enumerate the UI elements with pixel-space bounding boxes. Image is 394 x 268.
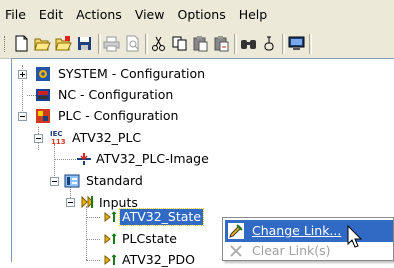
menu-view[interactable]: View — [130, 0, 173, 30]
plc-config-icon — [35, 108, 51, 124]
tree-item-atv32-plc[interactable]: ATV32_PLC — [70, 130, 143, 146]
tree-item-system-configuration[interactable]: SYSTEM - Configuration — [56, 66, 207, 82]
mouse-pointer-icon — [347, 224, 363, 249]
nc-config-icon — [35, 87, 51, 103]
change-link-menu-item[interactable]: Change Link... — [225, 220, 393, 242]
toolbar-separator — [309, 34, 312, 54]
inputs-folder-icon — [80, 194, 96, 210]
save-icon[interactable] — [76, 35, 93, 52]
toolbar-grip[interactable] — [4, 36, 7, 52]
collapse-standard-button[interactable] — [50, 177, 59, 186]
tree-item-standard[interactable]: Standard — [84, 173, 145, 189]
new-icon[interactable] — [13, 35, 30, 52]
tree-line — [54, 159, 76, 160]
replace-icon[interactable] — [261, 35, 278, 52]
tree-item-plc-image[interactable]: ATV32_PLC-Image — [94, 151, 211, 167]
svg-text:IEC: IEC — [50, 130, 63, 138]
task-folder-icon — [64, 173, 80, 189]
svg-text:1131: 1131 — [51, 138, 66, 145]
iec-project-icon: IEC1131 — [50, 129, 66, 145]
toolbar — [0, 30, 394, 59]
toolbar-separator — [234, 34, 237, 54]
change-link-label: Change Link... — [252, 223, 342, 238]
tree-item-plc-configuration[interactable]: PLC - Configuration — [56, 108, 180, 124]
open-icon[interactable] — [34, 35, 51, 52]
menu-edit[interactable]: Edit — [34, 0, 71, 30]
paste-with-links-icon[interactable] — [213, 35, 230, 52]
copy-icon[interactable] — [171, 35, 188, 52]
print-icon[interactable] — [103, 35, 120, 52]
clear-link-icon — [228, 243, 244, 259]
input-variable-icon — [103, 252, 119, 268]
tree-line — [86, 239, 100, 240]
menu-help[interactable]: Help — [234, 0, 276, 30]
process-image-icon — [76, 151, 92, 167]
change-link-icon — [228, 223, 244, 239]
monitor-icon[interactable] — [288, 35, 305, 52]
toolbar-separator — [282, 34, 285, 54]
toolbar-separator — [98, 34, 101, 54]
paste-icon[interactable] — [192, 35, 209, 52]
context-menu: Change Link... Clear Link(s) — [222, 217, 394, 261]
menu-actions[interactable]: Actions — [71, 0, 130, 30]
menu-bar: File Edit Actions View Options Help — [0, 0, 394, 30]
open-project-icon[interactable] — [55, 35, 72, 52]
tree-item-atv32-state[interactable]: ATV32_State — [118, 208, 205, 226]
tree-line — [86, 217, 100, 218]
collapse-project-button[interactable] — [34, 134, 43, 143]
collapse-plc-button[interactable] — [18, 112, 27, 121]
tree-line — [86, 206, 87, 260]
collapse-inputs-button[interactable] — [66, 198, 75, 207]
find-icon[interactable] — [240, 35, 257, 52]
tree-item-nc-configuration[interactable]: NC - Configuration — [56, 87, 175, 103]
expand-system-button[interactable] — [18, 70, 27, 79]
menu-options[interactable]: Options — [172, 0, 233, 30]
system-config-icon — [35, 66, 51, 82]
clear-links-label: Clear Link(s) — [252, 243, 331, 258]
tree-item-plcstate[interactable]: PLCstate — [120, 231, 179, 247]
print-preview-icon[interactable] — [124, 35, 141, 52]
toolbar-separator — [145, 34, 148, 54]
menu-file[interactable]: File — [0, 0, 34, 30]
tree-item-atv32-pdo[interactable]: ATV32_PDO — [120, 252, 197, 268]
cut-icon[interactable] — [150, 35, 167, 52]
clear-links-menu-item[interactable]: Clear Link(s) — [225, 240, 393, 262]
input-variable-icon — [103, 231, 119, 247]
input-variable-icon — [103, 209, 119, 225]
